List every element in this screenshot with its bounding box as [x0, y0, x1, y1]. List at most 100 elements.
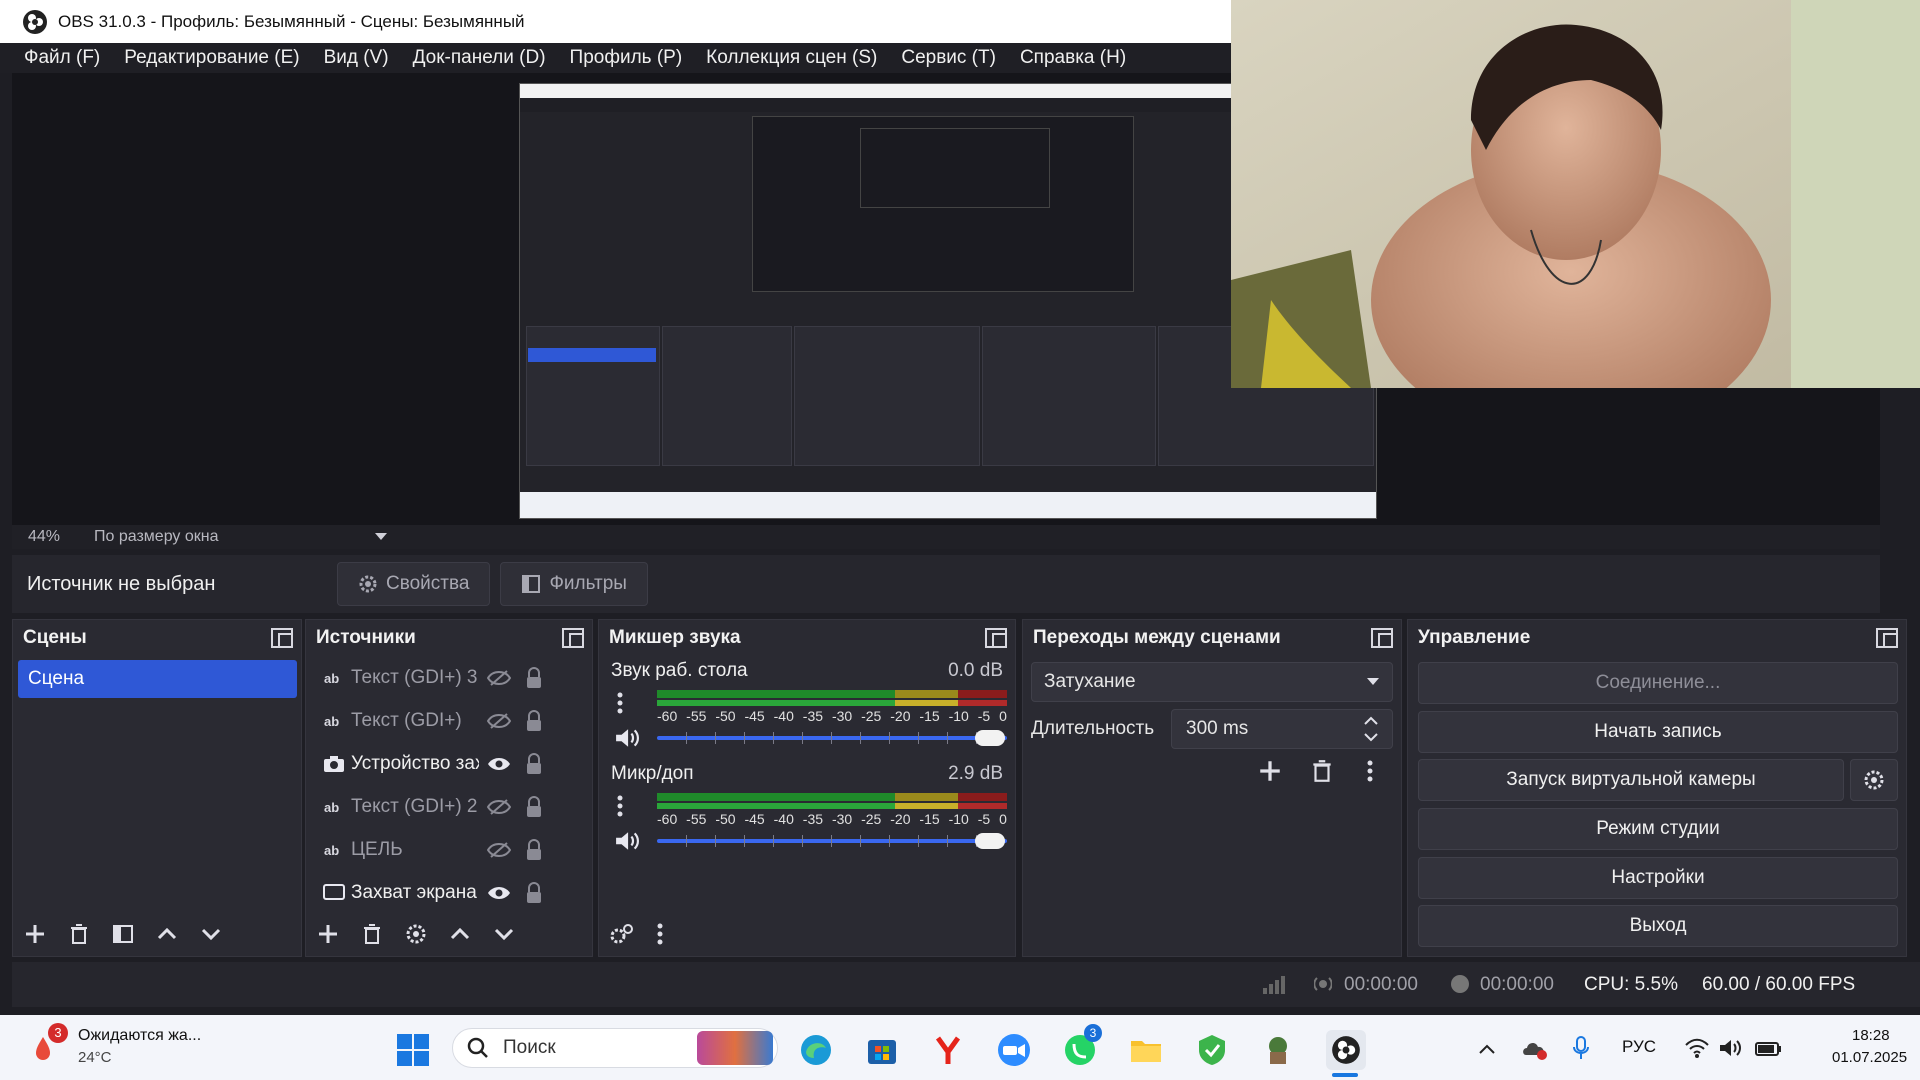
- properties-button[interactable]: Свойства: [337, 562, 491, 606]
- eye-hidden-icon[interactable]: [487, 841, 511, 859]
- kaspersky-icon[interactable]: [1194, 1032, 1230, 1068]
- spin-down-icon[interactable]: [1364, 732, 1378, 742]
- mixer-channel-db: 2.9 dB: [948, 763, 1003, 784]
- volume-slider[interactable]: [657, 835, 1007, 847]
- move-up-icon[interactable]: [155, 922, 179, 946]
- filters-button[interactable]: Фильтры: [500, 562, 648, 606]
- microphone-icon[interactable]: [1572, 1035, 1590, 1061]
- connect-button[interactable]: Соединение...: [1418, 662, 1898, 704]
- volume-slider-handle[interactable]: [975, 730, 1005, 746]
- menu-docks[interactable]: Док-панели (D): [401, 47, 558, 69]
- app-icon[interactable]: [1260, 1032, 1296, 1068]
- menu-help[interactable]: Справка (H): [1008, 47, 1138, 69]
- edge-icon[interactable]: [798, 1032, 834, 1068]
- volume-icon[interactable]: [1718, 1037, 1742, 1059]
- microsoft-store-icon[interactable]: [864, 1032, 900, 1068]
- settings-button[interactable]: Настройки: [1418, 857, 1898, 899]
- gear-icon[interactable]: [404, 922, 428, 946]
- file-explorer-icon[interactable]: [1128, 1032, 1164, 1068]
- studio-mode-button[interactable]: Режим студии: [1418, 808, 1898, 850]
- speaker-icon[interactable]: [613, 726, 641, 750]
- undock-icon[interactable]: [985, 628, 1007, 648]
- battery-icon[interactable]: [1754, 1037, 1782, 1059]
- meter-scale-label: -20: [890, 708, 911, 724]
- weather-widget[interactable]: 3: [28, 1023, 68, 1063]
- obs-taskbar-icon[interactable]: [1326, 1030, 1366, 1070]
- meter-scale-label: -45: [744, 811, 765, 827]
- gear-icon: [1864, 770, 1884, 790]
- volume-slider[interactable]: [657, 732, 1007, 744]
- volume-meter: [657, 793, 1007, 801]
- taskbar-search[interactable]: Поиск: [452, 1028, 778, 1068]
- lock-icon[interactable]: [525, 795, 543, 818]
- menu-view[interactable]: Вид (V): [312, 47, 401, 69]
- lock-icon[interactable]: [525, 666, 543, 689]
- eye-icon[interactable]: [487, 756, 511, 772]
- eye-hidden-icon[interactable]: [487, 712, 511, 730]
- source-item[interactable]: Захват экрана: [306, 871, 592, 914]
- source-item[interactable]: ab Текст (GDI+) 2: [306, 785, 592, 828]
- yandex-browser-icon[interactable]: [930, 1032, 966, 1068]
- more-options-icon[interactable]: [1365, 758, 1375, 784]
- windows-start-icon[interactable]: [396, 1033, 430, 1067]
- scene-item[interactable]: Сцена: [18, 660, 297, 698]
- chevron-down-icon[interactable]: [374, 532, 388, 542]
- start-virtual-camera-button[interactable]: Запуск виртуальной камеры: [1418, 759, 1844, 801]
- trash-icon[interactable]: [1309, 758, 1335, 784]
- exit-button[interactable]: Выход: [1418, 905, 1898, 947]
- menu-tools[interactable]: Сервис (T): [889, 47, 1008, 69]
- trash-icon[interactable]: [67, 922, 91, 946]
- speaker-icon[interactable]: [613, 829, 641, 853]
- more-options-icon[interactable]: [655, 922, 665, 946]
- duration-spinbox[interactable]: 300 ms: [1171, 709, 1393, 749]
- lock-icon[interactable]: [525, 838, 543, 861]
- zoom-icon[interactable]: [996, 1032, 1032, 1068]
- zoom-mode-select[interactable]: По размеру окна: [94, 528, 374, 546]
- volume-slider-handle[interactable]: [975, 833, 1005, 849]
- clock-date[interactable]: 01.07.2025: [1832, 1049, 1907, 1066]
- undock-icon[interactable]: [1371, 628, 1393, 648]
- meter-scale-label: -15: [919, 811, 940, 827]
- trash-icon[interactable]: [360, 922, 384, 946]
- lock-icon[interactable]: [525, 752, 543, 775]
- eye-hidden-icon[interactable]: [487, 798, 511, 816]
- move-down-icon[interactable]: [199, 922, 223, 946]
- clock-time[interactable]: 18:28: [1852, 1027, 1890, 1044]
- add-icon[interactable]: [23, 922, 47, 946]
- wifi-icon[interactable]: [1684, 1037, 1710, 1059]
- advanced-audio-icon[interactable]: [609, 922, 635, 946]
- eye-hidden-icon[interactable]: [487, 669, 511, 687]
- source-item[interactable]: ab Текст (GDI+): [306, 699, 592, 742]
- undock-icon[interactable]: [562, 628, 584, 648]
- onedrive-icon[interactable]: [1520, 1037, 1548, 1061]
- add-icon[interactable]: [316, 922, 340, 946]
- menu-profile[interactable]: Профиль (P): [558, 47, 695, 69]
- spin-up-icon[interactable]: [1364, 716, 1378, 726]
- move-up-icon[interactable]: [448, 922, 472, 946]
- language-indicator[interactable]: РУС: [1622, 1037, 1656, 1057]
- text-source-icon: ab: [324, 714, 339, 729]
- menu-scene-collection[interactable]: Коллекция сцен (S): [694, 47, 889, 69]
- source-item[interactable]: Устройство захвата видео: [306, 742, 592, 785]
- start-recording-button[interactable]: Начать запись: [1418, 711, 1898, 753]
- source-item[interactable]: ab ЦЕЛЬ: [306, 828, 592, 871]
- more-options-icon[interactable]: [615, 690, 625, 716]
- add-transition-icon[interactable]: [1257, 758, 1283, 784]
- network-signal-icon: [1263, 976, 1285, 994]
- menu-edit[interactable]: Редактирование (E): [112, 47, 311, 69]
- lock-icon[interactable]: [525, 709, 543, 732]
- undock-icon[interactable]: [271, 628, 293, 648]
- chevron-up-icon[interactable]: [1478, 1043, 1496, 1055]
- undock-icon[interactable]: [1876, 628, 1898, 648]
- eye-icon[interactable]: [487, 885, 511, 901]
- whatsapp-icon[interactable]: 3: [1062, 1024, 1102, 1068]
- virtual-camera-settings-button[interactable]: [1850, 759, 1898, 801]
- move-down-icon[interactable]: [492, 922, 516, 946]
- menu-file[interactable]: Файл (F): [0, 47, 112, 69]
- scene-filters-icon[interactable]: [111, 922, 135, 946]
- mixer-channel-db: 0.0 dB: [948, 660, 1003, 681]
- lock-icon[interactable]: [525, 881, 543, 904]
- transition-select[interactable]: Затухание: [1031, 662, 1393, 702]
- source-item[interactable]: ab Текст (GDI+) 3: [306, 656, 592, 699]
- more-options-icon[interactable]: [615, 793, 625, 819]
